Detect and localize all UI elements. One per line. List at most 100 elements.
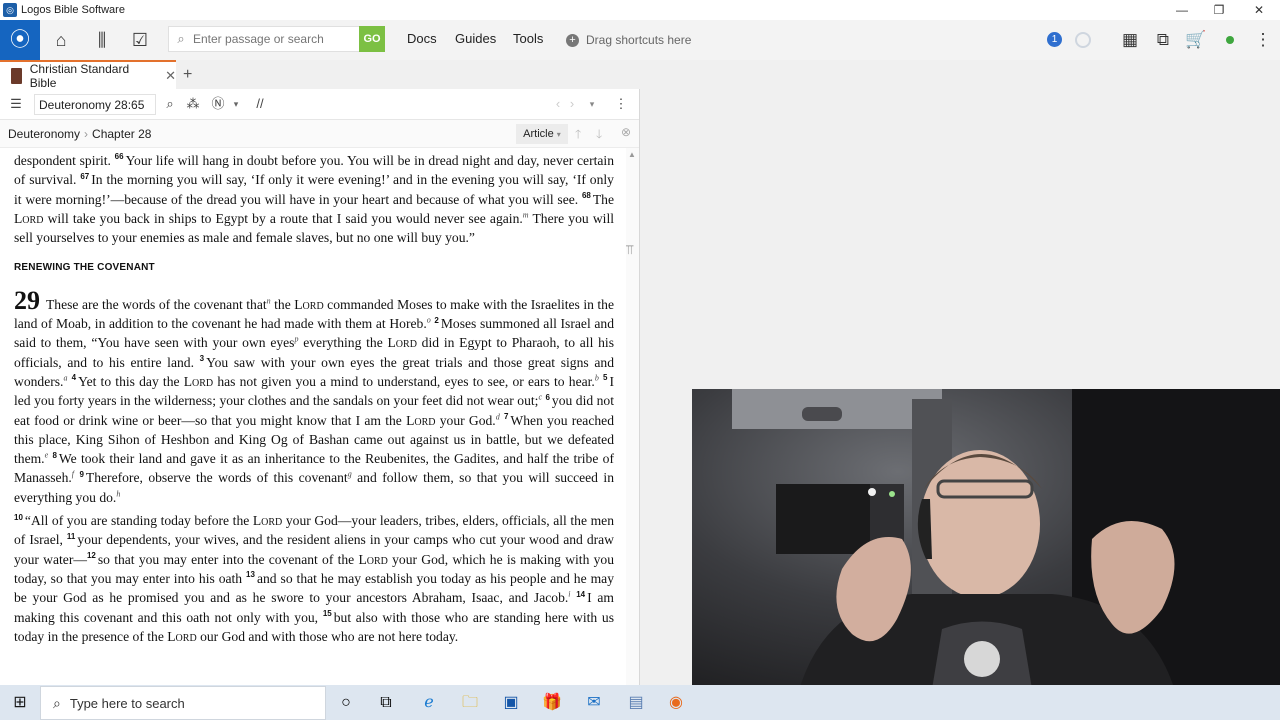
reference-input[interactable] [34,94,156,115]
search-icon[interactable]: ⌕ [160,93,180,115]
divine-name: Lord [252,513,283,529]
verse-number: 11 [66,531,76,541]
verse-number: 67 [80,171,90,181]
verse-number: 10 [14,512,23,522]
verse-text: will take you back in ships to Egypt by … [43,210,523,226]
scroll-thumb[interactable]: ⫪ [626,242,633,258]
divine-name: Lord [358,551,388,567]
logos-taskbar-icon[interactable]: ▤ [616,685,656,720]
add-shortcut-icon: + [566,33,579,47]
close-tab-icon[interactable]: ✕ [165,68,176,84]
webcam-overlay [692,389,1280,720]
verse-text: so that you may enter into the covenant … [97,551,359,567]
file-explorer-icon[interactable]: 🗀 [450,685,490,720]
history-dropdown-icon[interactable]: ▾ [582,93,602,115]
firefox-icon[interactable]: ◉ [656,685,696,720]
verse-number: 15 [322,609,332,618]
shortcuts-area[interactable]: + Drag shortcuts here [566,20,691,60]
verse-number: 12 [86,551,96,561]
passage-search-box[interactable]: ⌕ [168,26,360,52]
restore-button[interactable]: ❐ [1199,0,1239,20]
window-title: Logos Bible Software [21,4,125,16]
menu-tools[interactable]: Tools [513,20,543,60]
notification-badge[interactable]: 1 [1047,32,1062,47]
add-tab-icon[interactable]: + [183,60,192,89]
verse-text: has not given you a mind to understand, … [213,373,595,389]
panel-menu-icon[interactable]: ☰ [6,93,26,115]
webcam-image [692,389,1280,720]
divine-name: Lord [183,373,214,389]
taskbar-search-placeholder: Type here to search [69,695,185,711]
verse-text: everything the [298,335,388,351]
visual-filter-icon[interactable]: ⁂ [183,93,203,115]
arrow-down-icon[interactable]: 🡓 [596,125,602,146]
divine-name: Lord [294,296,324,312]
view-mode-label: Article [523,128,554,140]
passage-search-input[interactable] [193,32,353,46]
scroll-up-icon[interactable]: ▲ [628,150,636,159]
panel-more-icon[interactable]: ⋮ [611,93,631,115]
checklist-icon[interactable]: ☑ [121,20,159,60]
minimize-button[interactable]: — [1162,0,1202,20]
logos-home-logo-icon[interactable]: ⦿ [0,20,40,60]
task-view-icon[interactable]: ⧉ [366,685,406,720]
menu-docs[interactable]: Docs [407,20,437,60]
open-external-icon[interactable]: ⧉ [1147,20,1179,60]
windows-taskbar: ⊞ ⌕ Type here to search ○ ⧉ ℯ 🗀 ▣ 🎁 ✉ ▤ … [0,685,1280,720]
edge-icon[interactable]: ℯ [409,685,449,720]
passage-paragraph: despondent spirit. 66 Your life will hang… [14,151,614,247]
main-toolbar: ⦿ ⌂ ⫼ ☑ ⌕ GO Docs Guides Tools + Drag sh… [0,20,1280,60]
windows-start-icon[interactable]: ⊞ [0,685,40,720]
divine-name: Lord [167,628,197,644]
breadcrumb-book[interactable]: Deuteronomy [8,127,80,141]
tab-christian-standard-bible[interactable]: Christian Standard Bible ✕ [0,60,176,90]
forward-icon[interactable]: › [562,93,582,115]
go-button[interactable]: GO [359,26,385,52]
view-mode-button[interactable]: Article ▾ [516,124,568,144]
search-icon: ⌕ [53,694,61,711]
verse-number: 13 [246,570,255,580]
divine-name: Lord [387,335,417,351]
close-window-button[interactable]: ✕ [1239,0,1279,20]
divine-name: Lord [406,412,436,428]
cart-icon[interactable]: 🛒 [1180,20,1212,60]
verse-number: 8 [52,450,57,460]
scrollbar[interactable]: ▲ ⫪ [626,148,639,685]
verse-text: Yet to this day the [78,373,184,389]
verse-number: 14 [576,589,586,599]
verse-number: 66 [114,152,124,162]
layouts-icon[interactable]: ▦ [1114,20,1146,60]
breadcrumb-chapter[interactable]: Chapter 28 [92,127,151,141]
verse-text: despondent spirit. [14,153,115,168]
shortcuts-label: Drag shortcuts here [586,33,692,47]
home-icon[interactable]: ⌂ [42,20,80,60]
account-status-icon[interactable] [1226,36,1234,44]
search-icon: ⌕ [177,31,185,46]
more-options-icon[interactable]: ⋮ [1247,20,1279,60]
passage-paragraph: 10 “All of you are standing today before … [14,511,614,646]
view-mode-chevron-icon: ▾ [556,130,561,139]
mail-icon[interactable]: ✉ [574,685,614,720]
section-heading: RENEWING THE COVENANT [14,262,155,274]
library-icon[interactable]: ⫼ [83,20,121,60]
breadcrumb: Deuteronomy › Chapter 28 [8,127,151,141]
verse-text: In the morning you will say, ‘If only it… [14,172,614,207]
divine-name: Lord [14,210,44,226]
bible-panel: ☰ ⌕ ⁂ Ⓝ ▾ // ‹ › ▾ ⋮ Deuteronomy›Chapter… [0,89,640,685]
cortana-icon[interactable]: ○ [326,685,366,720]
breadcrumb-row: Deuteronomy › Chapter 28 Article ▾ 🡑 🡓 ⊗ [0,120,639,148]
breadcrumb-separator-icon: › [84,127,89,141]
footnote-marker[interactable]: h [116,489,120,498]
panel-nav-row: ☰ ⌕ ⁂ Ⓝ ▾ // ‹ › ▾ ⋮ [0,89,639,120]
store-icon[interactable]: ▣ [491,685,531,720]
book-cover-icon [11,67,22,84]
taskbar-search-box[interactable]: ⌕ Type here to search [40,686,326,720]
gift-icon[interactable]: 🎁 [532,685,572,720]
interlinear-icon[interactable]: Ⓝ [208,93,228,115]
verse-number: 5 [603,373,608,383]
parallel-resources-icon[interactable]: // [250,93,270,115]
interlinear-dropdown-icon[interactable]: ▾ [226,93,246,115]
menu-guides[interactable]: Guides [455,20,496,60]
close-search-icon[interactable]: ⊗ [621,125,631,139]
arrow-up-icon[interactable]: 🡑 [575,125,581,146]
